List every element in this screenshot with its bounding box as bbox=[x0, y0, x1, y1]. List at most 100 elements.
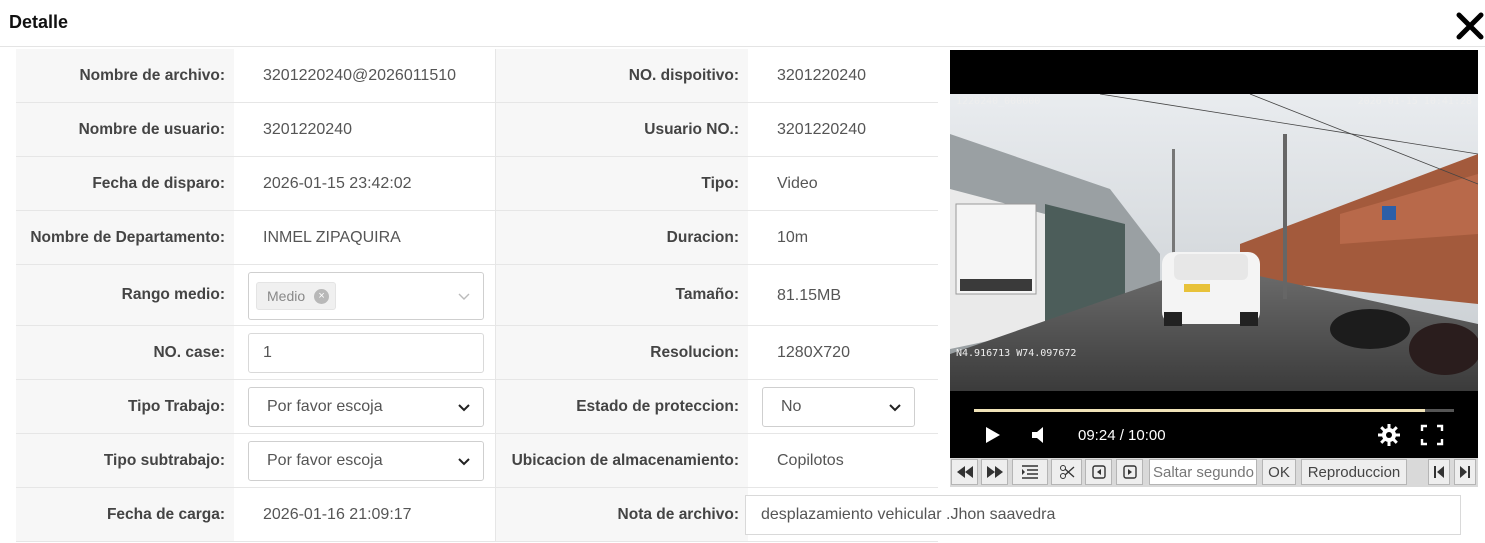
cell-usuario-no: 3201220240 bbox=[748, 103, 938, 156]
label-rango-medio: Rango medio: bbox=[16, 265, 234, 325]
osd-gps-coords: N4.916713 W74.097672 bbox=[956, 348, 1077, 359]
value-ubicacion: Copilotos bbox=[777, 452, 844, 469]
tipo-trabajo-select[interactable]: Por favor escoja bbox=[248, 387, 484, 427]
row-nombre-archivo: Nombre de archivo: 3201220240@2026011510… bbox=[16, 49, 938, 103]
cell-nombre-usuario: 3201220240 bbox=[234, 103, 496, 156]
cell-nombre-archivo: 3201220240@2026011510 bbox=[234, 49, 496, 102]
row-tipo-subtrabajo: Tipo subtrabajo: Por favor escoja Ubicac… bbox=[16, 434, 938, 488]
label-estado-proteccion: Estado de proteccion: bbox=[496, 380, 748, 433]
label-fecha-carga: Fecha de carga: bbox=[16, 488, 234, 541]
frame-back-button[interactable] bbox=[1085, 459, 1112, 485]
dialog-title: Detalle bbox=[9, 12, 69, 32]
time-display: 09:24 / 10:00 bbox=[1078, 427, 1166, 444]
frame-forward-icon bbox=[1122, 465, 1137, 479]
play-icon[interactable] bbox=[984, 425, 1002, 445]
rango-medio-multiselect[interactable]: Medio × bbox=[248, 272, 484, 320]
label-no-dispositivo: NO. dispoitivo: bbox=[496, 49, 748, 102]
value-fecha-disparo: 2026-01-15 23:42:02 bbox=[263, 175, 412, 192]
cell-tipo-subtrabajo: Por favor escoja bbox=[234, 434, 496, 487]
label-usuario-no: Usuario NO.: bbox=[496, 103, 748, 156]
chevron-down-icon bbox=[458, 404, 470, 412]
osd-timestamp: 2026-01-15 10:41:28 bbox=[1357, 96, 1472, 107]
label-resolucion: Resolucion: bbox=[496, 326, 748, 379]
rewind-button[interactable] bbox=[951, 459, 978, 485]
label-tamano: Tamaño: bbox=[496, 265, 748, 325]
video-frame[interactable]: 1220240_000000 2026-01-15 10:41:28 N4.91… bbox=[950, 94, 1478, 391]
label-tipo-subtrabajo: Tipo subtrabajo: bbox=[16, 434, 234, 487]
volume-icon[interactable] bbox=[1030, 425, 1048, 445]
scissors-icon bbox=[1059, 465, 1074, 479]
cell-fecha-disparo: 2026-01-15 23:42:02 bbox=[234, 157, 496, 210]
label-no-case: NO. case: bbox=[16, 326, 234, 379]
frame-forward-button[interactable] bbox=[1116, 459, 1143, 485]
seek-seconds-input[interactable]: Saltar segundo bbox=[1149, 459, 1257, 485]
skip-end-button[interactable] bbox=[1454, 459, 1476, 485]
fast-forward-button[interactable] bbox=[981, 459, 1008, 485]
osd-device-id: 1220240_000000 bbox=[956, 96, 1041, 107]
player-toolbar: Saltar segundo OK Reproduccion bbox=[950, 458, 1478, 487]
no-case-input[interactable]: 1 bbox=[248, 333, 484, 373]
cell-resolucion: 1280X720 bbox=[748, 326, 938, 379]
video-scene bbox=[950, 94, 1478, 391]
row-rango-medio: Rango medio: Medio × Tamaño: 81.15MB bbox=[16, 265, 938, 326]
row-departamento: Nombre de Departamento: INMEL ZIPAQUIRA … bbox=[16, 211, 938, 265]
estado-proteccion-selected: No bbox=[781, 398, 802, 415]
row-fecha-disparo: Fecha de disparo: 2026-01-15 23:42:02 Ti… bbox=[16, 157, 938, 211]
label-tipo: Tipo: bbox=[496, 157, 748, 210]
cell-tipo: Video bbox=[748, 157, 938, 210]
cell-duracion: 10m bbox=[748, 211, 938, 264]
cell-fecha-carga: 2026-01-16 21:09:17 bbox=[234, 488, 496, 541]
nota-archivo-input[interactable]: desplazamiento vehicular .Jhon saavedra bbox=[745, 495, 1461, 535]
skip-start-button[interactable] bbox=[1428, 459, 1450, 485]
label-tipo-trabajo: Tipo Trabajo: bbox=[16, 380, 234, 433]
tag-remove-icon[interactable]: × bbox=[314, 289, 330, 304]
value-tipo: Video bbox=[777, 175, 818, 192]
progress-fill bbox=[974, 409, 1426, 412]
tipo-subtrabajo-select[interactable]: Por favor escoja bbox=[248, 441, 484, 481]
value-duracion: 10m bbox=[777, 229, 809, 246]
value-no-dispositivo: 3201220240 bbox=[777, 67, 866, 84]
label-nota: Nota de archivo: bbox=[496, 488, 748, 541]
row-no-case: NO. case: 1 Resolucion: 1280X720 bbox=[16, 326, 938, 380]
tipo-subtrabajo-selected: Por favor escoja bbox=[267, 452, 383, 469]
fullscreen-icon[interactable] bbox=[1420, 424, 1444, 446]
row-tipo-trabajo: Tipo Trabajo: Por favor escoja Estado de… bbox=[16, 380, 938, 434]
playlist-button[interactable] bbox=[1012, 459, 1048, 485]
value-nombre-archivo: 3201220240@2026011510 bbox=[263, 67, 457, 84]
skip-start-icon bbox=[1434, 466, 1444, 478]
ok-button[interactable]: OK bbox=[1262, 459, 1296, 485]
playback-button[interactable]: Reproduccion bbox=[1301, 459, 1407, 485]
value-tamano: 81.15MB bbox=[777, 287, 842, 304]
label-duracion: Duracion: bbox=[496, 211, 748, 264]
chevron-down-icon bbox=[889, 404, 901, 412]
label-ubicacion: Ubicacion de almacenamiento: bbox=[496, 434, 748, 487]
clip-button[interactable] bbox=[1051, 459, 1082, 485]
chevron-down-icon bbox=[458, 293, 470, 300]
tag-medio-label: Medio bbox=[267, 288, 306, 304]
label-nombre-usuario: Nombre de usuario: bbox=[16, 103, 234, 156]
skip-end-icon bbox=[1460, 466, 1470, 478]
value-fecha-carga: 2026-01-16 21:09:17 bbox=[263, 506, 412, 523]
value-nombre-usuario: 3201220240 bbox=[263, 121, 352, 138]
cell-ubicacion: Copilotos bbox=[748, 434, 938, 487]
progress-bar[interactable] bbox=[974, 409, 1454, 412]
cell-tipo-trabajo: Por favor escoja bbox=[234, 380, 496, 433]
list-icon bbox=[1022, 465, 1038, 479]
gear-icon[interactable] bbox=[1377, 423, 1401, 447]
label-nombre-archivo: Nombre de archivo: bbox=[16, 49, 234, 102]
cell-rango-medio: Medio × bbox=[234, 265, 496, 325]
cell-no-dispositivo: 3201220240 bbox=[748, 49, 938, 102]
label-fecha-disparo: Fecha de disparo: bbox=[16, 157, 234, 210]
frame-back-icon bbox=[1091, 465, 1106, 479]
dialog-header: Detalle bbox=[0, 0, 1485, 47]
estado-proteccion-select[interactable]: No bbox=[762, 387, 915, 427]
value-departamento: INMEL ZIPAQUIRA bbox=[263, 229, 401, 246]
value-usuario-no: 3201220240 bbox=[777, 121, 866, 138]
row-nombre-usuario: Nombre de usuario: 3201220240 Usuario NO… bbox=[16, 103, 938, 157]
label-departamento: Nombre de Departamento: bbox=[16, 211, 234, 264]
cell-no-case: 1 bbox=[234, 326, 496, 379]
value-resolucion: 1280X720 bbox=[777, 344, 850, 361]
video-player[interactable]: 1220240_000000 2026-01-15 10:41:28 N4.91… bbox=[950, 50, 1478, 458]
tag-medio: Medio × bbox=[256, 282, 337, 310]
close-icon[interactable] bbox=[1454, 10, 1485, 42]
